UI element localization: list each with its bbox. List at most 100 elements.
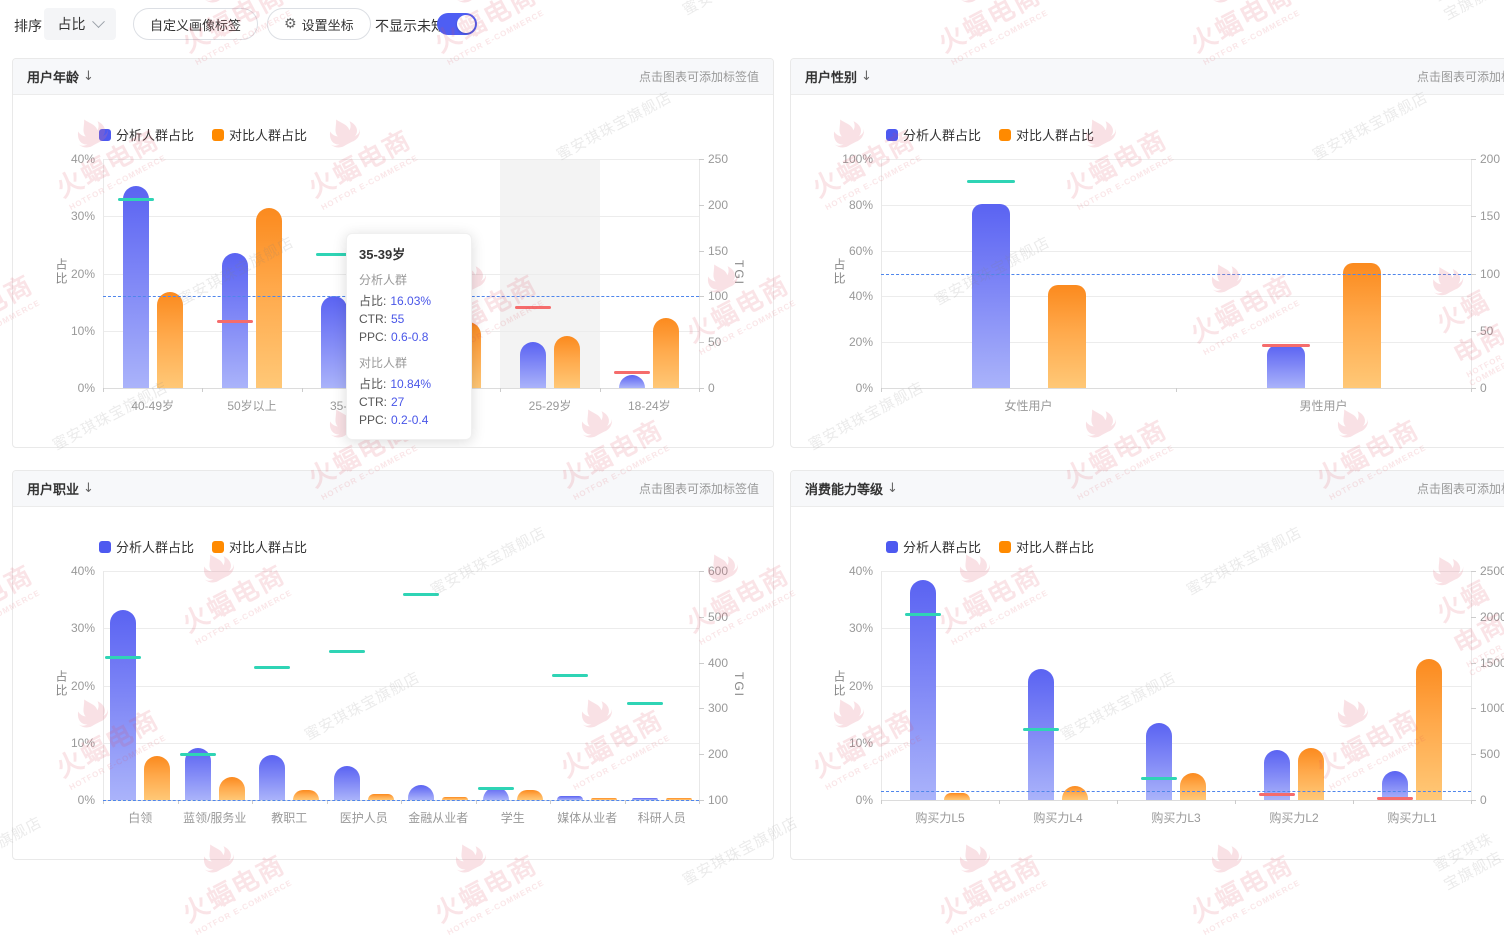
right-axis-tick: 150 (708, 244, 728, 258)
bar-analysis[interactable] (1382, 771, 1408, 800)
tgi-marker (1259, 793, 1295, 796)
sort-desc-icon: ↓ (861, 69, 872, 84)
bar-compare[interactable] (256, 208, 282, 388)
tgi-reference-line (103, 800, 699, 801)
x-category-label: 40-49岁 (98, 397, 208, 414)
left-axis-tick: 80% (821, 198, 873, 212)
right-axis-tick-mark (699, 296, 704, 297)
bar-analysis[interactable] (1146, 723, 1172, 800)
sort-dropdown[interactable]: 占比 (44, 8, 116, 40)
left-axis-tick: 40% (821, 564, 873, 578)
chevron-down-icon (92, 15, 105, 28)
tgi-marker (180, 753, 216, 756)
plot-left-border (881, 571, 882, 800)
bar-compare[interactable] (157, 292, 183, 388)
bar-analysis[interactable] (1028, 669, 1054, 800)
legend-item-compare[interactable]: 对比人群占比 (999, 125, 1094, 144)
tgi-marker (552, 674, 588, 677)
set-axis-button[interactable]: ⚙ 设置坐标 (267, 8, 371, 40)
bar-compare[interactable] (1048, 285, 1086, 388)
right-axis-tick: 2500 (1480, 564, 1504, 578)
bar-analysis[interactable] (110, 610, 136, 800)
legend-item-analysis[interactable]: 分析人群占比 (99, 125, 194, 144)
panel-title-sort[interactable]: 用户职业 ↓ (27, 479, 94, 498)
right-axis-tick-mark (1471, 571, 1476, 572)
bar-analysis[interactable] (123, 186, 149, 388)
bar-analysis[interactable] (619, 375, 645, 388)
tgi-marker (1262, 344, 1310, 347)
bar-analysis[interactable] (1267, 345, 1305, 388)
left-axis-tick: 60% (821, 244, 873, 258)
gridline (881, 159, 1471, 160)
legend-swatch-analysis (886, 541, 898, 553)
hide-unknown-toggle[interactable] (437, 13, 477, 35)
legend-item-compare[interactable]: 对比人群占比 (999, 537, 1094, 556)
left-axis-tick: 10% (43, 324, 95, 338)
right-axis-tick: 0 (708, 381, 715, 395)
right-axis-tick: 150 (1480, 209, 1500, 223)
bar-compare[interactable] (944, 793, 970, 800)
x-axis-tick-mark (500, 388, 501, 392)
bar-analysis[interactable] (185, 748, 211, 800)
right-axis-tick: 600 (708, 564, 728, 578)
legend-item-analysis[interactable]: 分析人群占比 (886, 537, 981, 556)
right-axis-title: TGI (732, 260, 746, 286)
chart-body: 分析人群占比 对比人群占比 0%20%40%60%80%100%05010015… (791, 95, 1504, 448)
right-axis-tick: 0 (1480, 793, 1487, 807)
panel-title-sort[interactable]: 用户年龄 ↓ (27, 67, 94, 86)
gridline (881, 571, 1471, 572)
bar-compare[interactable] (1298, 748, 1324, 800)
custom-portrait-label-button[interactable]: 自定义画像标签 (133, 8, 258, 40)
bar-compare[interactable] (293, 790, 319, 800)
chart-plot[interactable]: 0%10%20%30%40%05001000150020002500占比TGI购… (881, 571, 1471, 800)
legend-item-compare[interactable]: 对比人群占比 (212, 125, 307, 144)
right-axis-tick-mark (699, 251, 704, 252)
plot-right-border (1471, 571, 1472, 800)
panel-title: 用户职业 (27, 479, 79, 498)
bar-compare[interactable] (219, 777, 245, 800)
bar-analysis[interactable] (259, 755, 285, 800)
tgi-marker (254, 666, 290, 669)
panel-hint: 点击图表可添加标签值 (639, 480, 759, 497)
bar-compare[interactable] (1062, 786, 1088, 800)
legend-swatch-compare (999, 541, 1011, 553)
bar-compare[interactable] (1416, 659, 1442, 800)
right-axis-tick-mark (699, 571, 704, 572)
panel-user-occupation: 用户职业 ↓ 点击图表可添加标签值 分析人群占比 对比人群占比 0%10%20%… (12, 470, 774, 860)
x-axis-tick-mark (699, 800, 700, 804)
bar-compare[interactable] (517, 790, 543, 800)
right-axis-tick: 50 (1480, 324, 1493, 338)
legend-item-analysis[interactable]: 分析人群占比 (886, 125, 981, 144)
bar-analysis[interactable] (520, 342, 546, 388)
x-axis-tick-mark (302, 388, 303, 392)
x-axis-tick-mark (103, 388, 104, 392)
panel-hint: 点击图表可添加标签值 (1417, 480, 1504, 497)
bar-analysis[interactable] (972, 204, 1010, 388)
gridline (881, 800, 1471, 801)
tgi-reference-line (881, 274, 1471, 275)
left-axis-tick: 10% (821, 736, 873, 750)
chart-plot[interactable]: 0%20%40%60%80%100%050100150200占比TGI女性用户男… (881, 159, 1471, 388)
legend-item-analysis[interactable]: 分析人群占比 (99, 537, 194, 556)
chart-body: 分析人群占比 对比人群占比 35-39岁 分析人群 占比:16.03% CTR:… (13, 95, 773, 448)
bar-compare[interactable] (653, 318, 679, 388)
bar-compare[interactable] (1343, 263, 1381, 388)
bar-compare[interactable] (554, 336, 580, 388)
bar-analysis[interactable] (334, 766, 360, 800)
gridline (103, 216, 699, 217)
bar-compare[interactable] (144, 756, 170, 800)
bar-compare[interactable] (1180, 773, 1206, 800)
panel-title-sort[interactable]: 消费能力等级 ↓ (805, 479, 898, 498)
sort-label: 排序 (14, 16, 42, 36)
panel-user-age: 用户年龄 ↓ 点击图表可添加标签值 分析人群占比 对比人群占比 35-39岁 分… (12, 58, 774, 448)
chart-plot[interactable]: 0%10%20%30%40%100200300400500600占比TGI白领蓝… (103, 571, 699, 800)
gridline (881, 342, 1471, 343)
bar-analysis[interactable] (408, 785, 434, 800)
legend-item-compare[interactable]: 对比人群占比 (212, 537, 307, 556)
x-axis-tick-mark (600, 388, 601, 392)
gear-icon: ⚙ (284, 17, 297, 31)
right-axis-tick: 1500 (1480, 656, 1504, 670)
x-axis-tick-mark (1235, 800, 1236, 804)
panel-title-sort[interactable]: 用户性别 ↓ (805, 67, 872, 86)
bar-analysis[interactable] (321, 296, 347, 388)
